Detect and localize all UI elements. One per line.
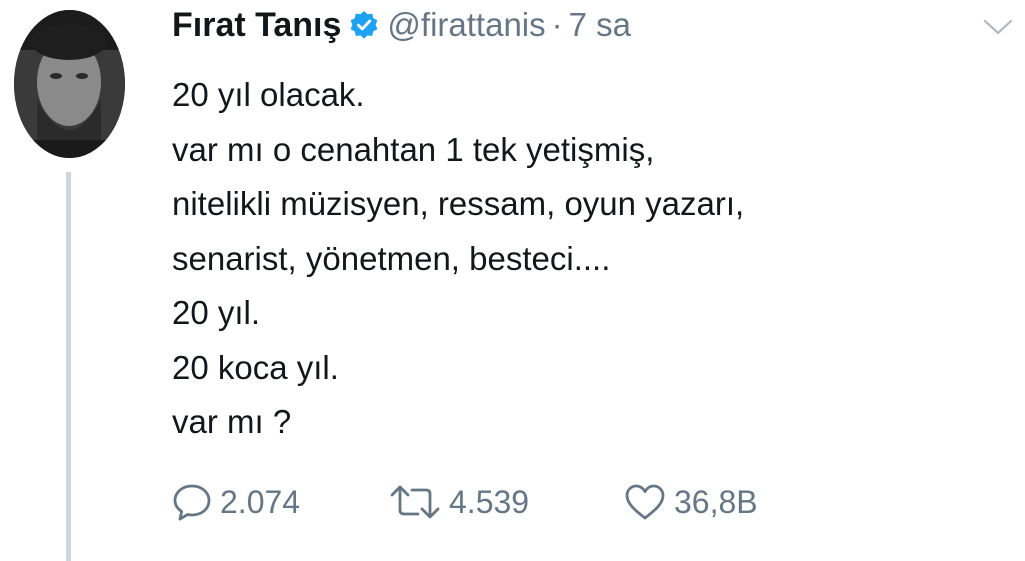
tweet-line: 20 yıl olacak. xyxy=(172,76,365,113)
avatar[interactable] xyxy=(14,10,125,158)
retweet-icon xyxy=(389,482,441,522)
chevron-down-icon[interactable] xyxy=(981,16,1015,38)
tweet-line: var mı ? xyxy=(172,403,292,440)
tweet-actions: 2.074 4.539 36,8B xyxy=(172,478,814,526)
header-separator: · xyxy=(551,6,563,43)
reply-count: 2.074 xyxy=(220,483,301,520)
tweet-line: 20 koca yıl. xyxy=(172,348,339,386)
thread-line xyxy=(66,172,71,561)
reply-button[interactable]: 2.074 xyxy=(172,482,389,522)
tweet-line: var mı o cenahtan 1 tek yetişmiş, xyxy=(172,130,655,168)
like-button[interactable]: 36,8B xyxy=(624,482,814,522)
tweet-line: nitelikli müzisyen, ressam, oyun yazarı, xyxy=(172,185,745,222)
tweet-line: senarist, yönetmen, besteci.... xyxy=(172,239,611,277)
reply-icon xyxy=(172,482,212,522)
tweet-text: 20 yıl olacak. var mı o cenahtan 1 tek y… xyxy=(172,68,1012,450)
retweet-button[interactable]: 4.539 xyxy=(389,482,624,522)
verified-badge-icon xyxy=(349,10,379,40)
author-display-name[interactable]: Fırat Tanış xyxy=(172,6,341,45)
tweet-timestamp[interactable]: 7 sa xyxy=(569,6,631,44)
like-count: 36,8B xyxy=(674,483,758,520)
author-handle[interactable]: @firattanis xyxy=(387,6,545,44)
tweet-header: Fırat Tanış @firattanis · 7 sa xyxy=(172,2,631,48)
retweet-count: 4.539 xyxy=(449,483,530,520)
tweet-line: 20 yıl. xyxy=(172,294,261,331)
heart-icon xyxy=(624,482,666,522)
